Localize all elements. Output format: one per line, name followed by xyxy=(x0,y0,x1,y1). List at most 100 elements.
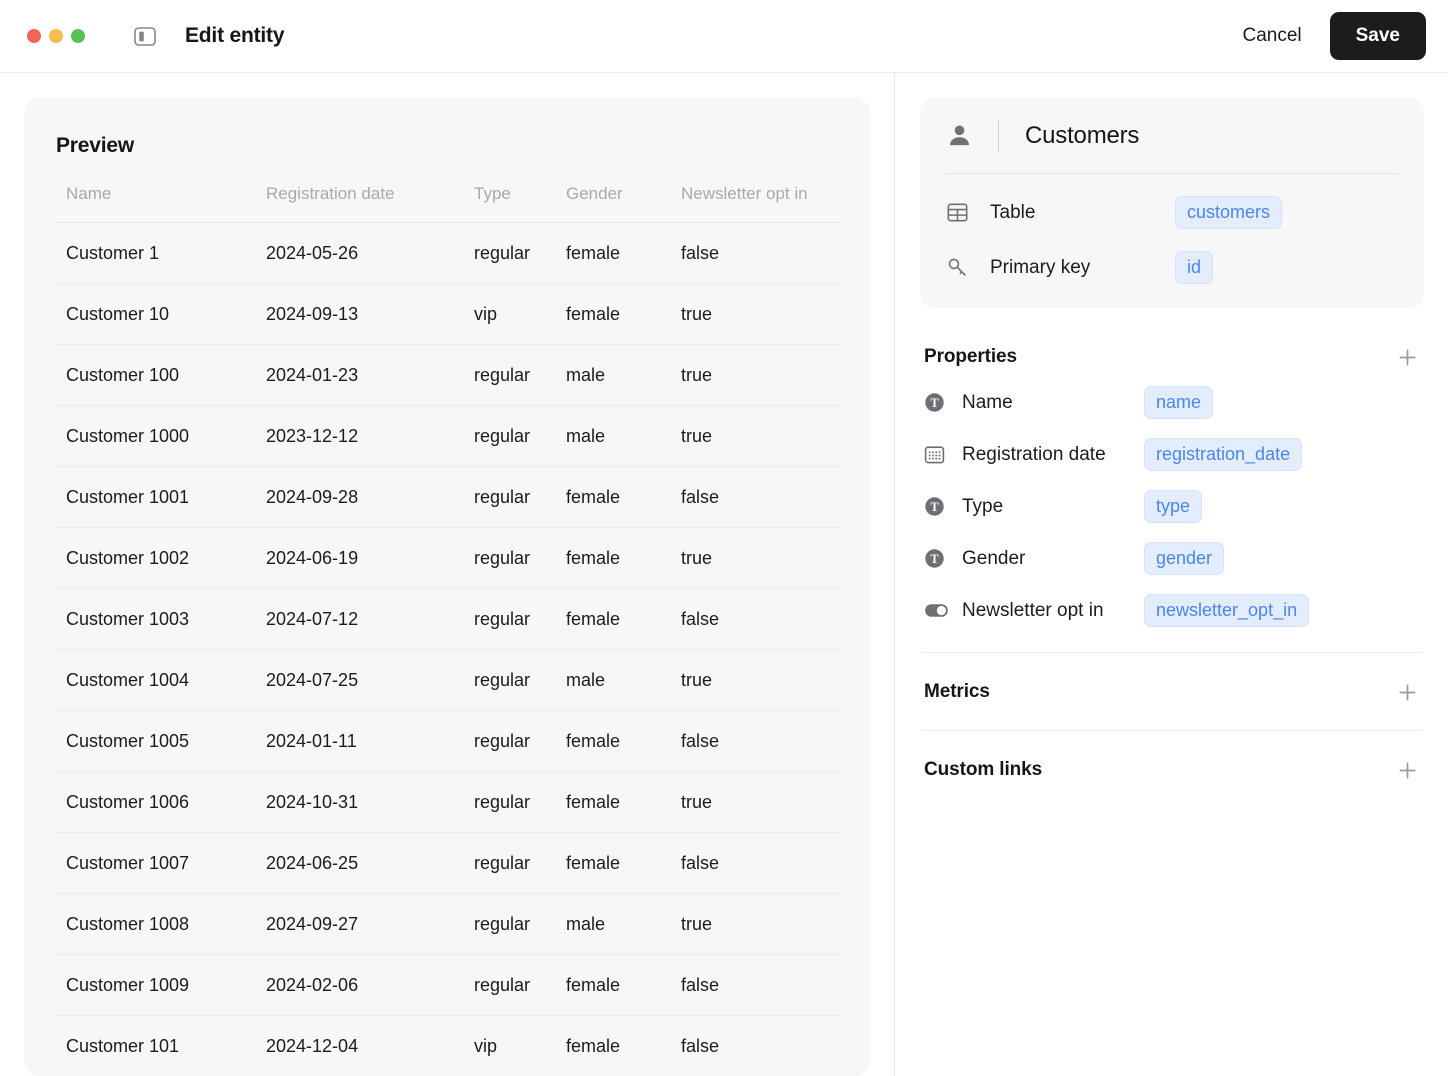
cell-newsletter-opt-in: true xyxy=(669,344,840,406)
cell-type: regular xyxy=(462,710,554,772)
column-header-newsletter[interactable]: Newsletter opt in xyxy=(669,184,840,223)
cell-newsletter-opt-in: false xyxy=(669,1015,840,1076)
cell-type: regular xyxy=(462,649,554,711)
minimize-window-button[interactable] xyxy=(49,29,63,43)
property-label: Gender xyxy=(962,547,1026,569)
titlebar: Edit entity Cancel Save xyxy=(0,0,1448,73)
cell-type: vip xyxy=(462,283,554,345)
add-metric-plus-icon[interactable] xyxy=(1394,679,1420,705)
preview-table: Name Registration date Type Gender Newsl… xyxy=(54,184,840,1076)
cell-newsletter-opt-in: true xyxy=(669,527,840,589)
property-label: Type xyxy=(962,495,1004,517)
column-header-name[interactable]: Name xyxy=(54,184,254,223)
cell-type: regular xyxy=(462,771,554,833)
table-row[interactable]: Customer 1008 2024-09-27 regular male true xyxy=(54,893,840,955)
table-row[interactable]: Customer 101 2024-12-04 vip female false xyxy=(54,1015,840,1076)
person-icon xyxy=(946,122,990,149)
cell-type: regular xyxy=(462,588,554,650)
preview-table-header: Name Registration date Type Gender Newsl… xyxy=(54,184,840,223)
cell-type: regular xyxy=(462,222,554,284)
cell-gender: female xyxy=(554,588,669,650)
property-column-chip[interactable]: newsletter_opt_in xyxy=(1144,594,1310,627)
cell-registration-date: 2024-05-26 xyxy=(254,222,462,284)
text-type-icon: T xyxy=(924,392,962,413)
property-column-chip[interactable]: gender xyxy=(1144,542,1225,575)
close-window-button[interactable] xyxy=(27,29,41,43)
cell-name: Customer 1005 xyxy=(54,710,254,772)
entity-field-primary-key-label: Primary key xyxy=(990,256,1091,278)
properties-title: Properties xyxy=(924,346,1017,367)
content-area: Preview Name Registration date Type Gend… xyxy=(0,73,1448,1076)
cell-registration-date: 2024-01-11 xyxy=(254,710,462,772)
window-controls xyxy=(27,29,85,43)
property-column-chip[interactable]: registration_date xyxy=(1144,438,1303,471)
cell-newsletter-opt-in: false xyxy=(669,466,840,528)
cell-registration-date: 2024-07-25 xyxy=(254,649,462,711)
page-title: Edit entity xyxy=(185,24,285,47)
property-column-chip[interactable]: name xyxy=(1144,386,1214,419)
property-row[interactable]: Newsletter opt in newsletter_opt_in xyxy=(924,594,1420,627)
property-row[interactable]: T Name name xyxy=(924,386,1420,419)
titlebar-actions: Cancel Save xyxy=(1232,12,1426,60)
cell-gender: male xyxy=(554,649,669,711)
table-row[interactable]: Customer 10 2024-09-13 vip female true xyxy=(54,283,840,345)
add-custom-link-plus-icon[interactable] xyxy=(1394,757,1420,783)
cell-newsletter-opt-in: false xyxy=(669,588,840,650)
key-icon xyxy=(946,256,990,279)
table-row[interactable]: Customer 1006 2024-10-31 regular female true xyxy=(54,771,840,833)
property-label: Name xyxy=(962,391,1013,413)
entity-name: Customers xyxy=(1025,121,1140,149)
preview-pane: Preview Name Registration date Type Gend… xyxy=(0,73,895,1076)
column-header-registration-date[interactable]: Registration date xyxy=(254,184,462,223)
table-row[interactable]: Customer 1004 2024-07-25 regular male true xyxy=(54,649,840,711)
table-row[interactable]: Customer 1001 2024-09-28 regular female fals… xyxy=(54,466,840,528)
property-column-chip[interactable]: type xyxy=(1144,490,1203,523)
custom-links-section-header: Custom links xyxy=(924,757,1420,783)
cell-registration-date: 2023-12-12 xyxy=(254,405,462,467)
table-row[interactable]: Customer 1003 2024-07-12 regular female fals… xyxy=(54,588,840,650)
cell-type: vip xyxy=(462,1015,554,1076)
entity-field-primary-key-value[interactable]: id xyxy=(1175,251,1214,284)
cell-newsletter-opt-in: false xyxy=(669,222,840,284)
cell-newsletter-opt-in: true xyxy=(669,893,840,955)
edit-entity-window: Edit entity Cancel Save Preview Name Reg… xyxy=(0,0,1448,1076)
cell-registration-date: 2024-06-25 xyxy=(254,832,462,894)
column-header-type[interactable]: Type xyxy=(462,184,554,223)
property-row[interactable]: Registration date registration_date xyxy=(924,438,1420,471)
table-row[interactable]: Customer 1007 2024-06-25 regular female fals… xyxy=(54,832,840,894)
cell-gender: female xyxy=(554,710,669,772)
preview-table-body: Customer 1 2024-05-26 regular female false Cu… xyxy=(54,222,840,1076)
property-row[interactable]: T Type type xyxy=(924,490,1420,523)
table-row[interactable]: Customer 1000 2023-12-12 regular male true xyxy=(54,405,840,467)
save-button[interactable]: Save xyxy=(1329,12,1426,60)
boolean-toggle-icon xyxy=(924,600,962,621)
table-row[interactable]: Customer 1009 2024-02-06 regular female fals… xyxy=(54,954,840,1016)
cell-name: Customer 1001 xyxy=(54,466,254,528)
sidebar-toggle-icon[interactable] xyxy=(133,24,157,48)
preview-heading: Preview xyxy=(56,134,134,157)
add-property-plus-icon[interactable] xyxy=(1394,344,1420,370)
cancel-button[interactable]: Cancel xyxy=(1232,17,1311,55)
cell-gender: female xyxy=(554,527,669,589)
table-row[interactable]: Customer 100 2024-01-23 regular male true xyxy=(54,344,840,406)
table-grid-icon xyxy=(946,201,990,224)
table-row[interactable]: Customer 1005 2024-01-11 regular female fals… xyxy=(54,710,840,772)
entity-field-table-value[interactable]: customers xyxy=(1175,196,1283,229)
property-row[interactable]: T Gender gender xyxy=(924,542,1420,575)
cell-registration-date: 2024-12-04 xyxy=(254,1015,462,1076)
table-row[interactable]: Customer 1002 2024-06-19 regular female true xyxy=(54,527,840,589)
metrics-title: Metrics xyxy=(924,681,990,702)
cell-registration-date: 2024-10-31 xyxy=(254,771,462,833)
calendar-icon xyxy=(924,444,962,465)
entity-header: Customers xyxy=(946,119,1398,174)
zoom-window-button[interactable] xyxy=(71,29,85,43)
properties-section-header: Properties xyxy=(924,344,1420,370)
cell-name: Customer 10 xyxy=(54,283,254,345)
cell-gender: female xyxy=(554,466,669,528)
entity-sections: Properties T Name name Registration date reg… xyxy=(920,318,1424,808)
column-header-gender[interactable]: Gender xyxy=(554,184,669,223)
svg-text:T: T xyxy=(930,552,939,566)
cell-registration-date: 2024-09-13 xyxy=(254,283,462,345)
header-divider xyxy=(998,119,999,152)
table-row[interactable]: Customer 1 2024-05-26 regular female false xyxy=(54,222,840,284)
